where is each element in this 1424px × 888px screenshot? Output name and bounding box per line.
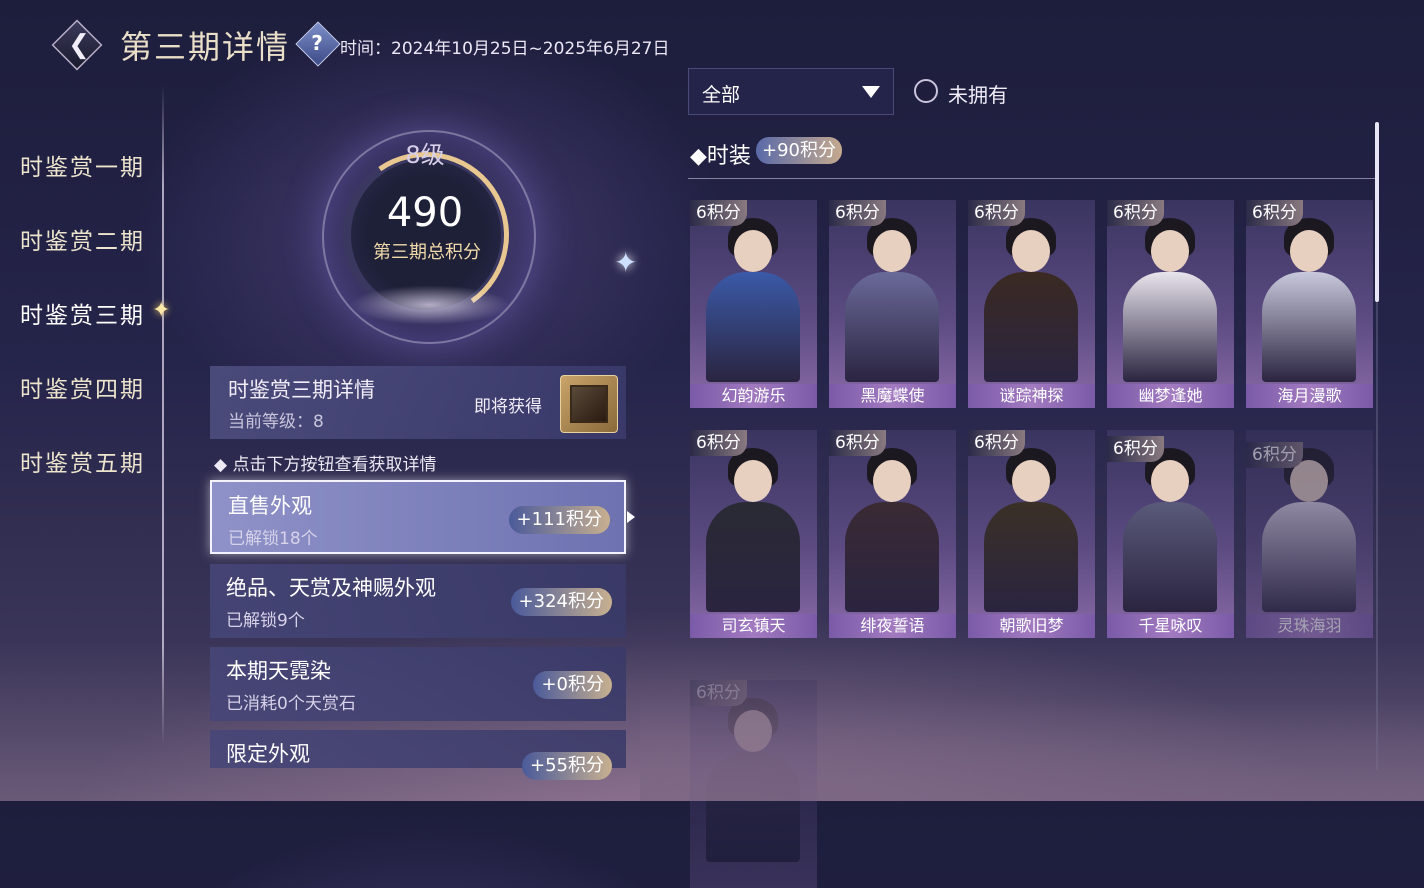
outfit-body	[984, 502, 1078, 612]
active-category-arrow-icon	[627, 511, 635, 523]
outfit-name: 幻韵游乐	[690, 384, 817, 408]
outfit-points-badge: 6积分	[829, 200, 886, 226]
outfit-head	[1151, 460, 1189, 502]
total-score: 490	[386, 190, 464, 236]
outfit-points-badge: 6积分	[690, 200, 747, 226]
category-points: +111积分	[508, 506, 610, 534]
not-owned-label[interactable]: 未拥有	[948, 79, 1008, 108]
outfit-points-badge: 6积分	[1107, 200, 1164, 226]
ring-glow	[350, 285, 510, 325]
outfit-head	[1012, 230, 1050, 272]
outfit-points-badge: 6积分	[1107, 436, 1164, 462]
page-title: 第三期详情	[120, 28, 291, 66]
nav-item-3[interactable]: 时鉴赏三期	[20, 296, 145, 330]
outfit-points-badge: 6积分	[1246, 200, 1303, 226]
category-title: 限定外观	[226, 742, 310, 766]
outfit-points-badge: 6积分	[1246, 442, 1303, 468]
period-current-level: 当前等级：8	[228, 412, 324, 432]
nav-item-4[interactable]: 时鉴赏四期	[20, 370, 145, 404]
outfit-head	[734, 230, 772, 272]
outfit-card[interactable]: 6积分司玄镇天	[690, 430, 817, 638]
sparkle-icon: ✦	[614, 246, 638, 279]
filter-selected: 全部	[702, 84, 741, 106]
nav-item-2[interactable]: 时鉴赏二期	[20, 222, 145, 256]
outfit-body	[984, 272, 1078, 382]
period-time: 时间：2024年10月25日~2025年6月27日	[340, 39, 670, 59]
outfit-points-badge: 6积分	[968, 200, 1025, 226]
category-sub: 已解锁18个	[228, 529, 318, 549]
scroll-track[interactable]	[1376, 300, 1378, 770]
outfit-card[interactable]: 6积分灵珠海羽	[1246, 430, 1373, 638]
outfit-card[interactable]: 6积分幽梦逢她	[1107, 200, 1234, 408]
outfit-card[interactable]: 6积分黑魔蝶使	[829, 200, 956, 408]
period-detail-title: 时鉴赏三期详情	[228, 378, 375, 402]
outfit-name: 海月漫歌	[1246, 384, 1373, 408]
outfit-body	[706, 752, 800, 862]
outfit-card[interactable]: 6积分千星咏叹	[1107, 430, 1234, 638]
outfit-head	[734, 460, 772, 502]
outfit-card[interactable]: 6积分	[690, 680, 817, 888]
current-level: 8级	[405, 141, 445, 169]
outfit-body	[1123, 502, 1217, 612]
outfit-head	[1012, 460, 1050, 502]
outfit-head	[1290, 230, 1328, 272]
outfit-name: 谜踪神探	[968, 384, 1095, 408]
outfit-card[interactable]: 6积分海月漫歌	[1246, 200, 1373, 408]
category-sub: 已解锁9个	[226, 611, 305, 631]
outfit-name: 朝歌旧梦	[968, 614, 1095, 638]
section-divider	[688, 178, 1376, 179]
nav-item-1[interactable]: 时鉴赏一期	[20, 148, 145, 182]
not-owned-radio[interactable]	[914, 79, 938, 103]
category-points: +0积分	[533, 671, 612, 699]
outfit-points-badge: 6积分	[829, 430, 886, 456]
outfit-body	[706, 272, 800, 382]
outfit-head	[1151, 230, 1189, 272]
help-icon[interactable]: ?	[302, 28, 332, 58]
outfit-body	[845, 502, 939, 612]
outfit-body	[1262, 272, 1356, 382]
outfit-points-badge: 6积分	[968, 430, 1025, 456]
category-row[interactable]: 绝品、天赏及神赐外观已解锁9个 +324积分	[210, 564, 626, 638]
outfit-card[interactable]: 6积分谜踪神探	[968, 200, 1095, 408]
category-row[interactable]: 限定外观 +55积分	[210, 730, 626, 780]
hint-text: ◆ 点击下方按钮查看获取详情	[214, 455, 437, 475]
category-title: 绝品、天赏及神赐外观	[226, 576, 436, 600]
category-sub: 已消耗0个天赏石	[226, 694, 356, 714]
outfit-card[interactable]: 6积分绯夜誓语	[829, 430, 956, 638]
back-icon[interactable]: ❮	[58, 30, 100, 60]
outfit-head	[873, 460, 911, 502]
nav-item-5[interactable]: 时鉴赏五期	[20, 444, 145, 478]
outfit-points-badge: 6积分	[690, 430, 747, 456]
active-star-icon: ✦	[152, 298, 171, 323]
category-points: +324积分	[510, 588, 612, 616]
outfit-name: 千星咏叹	[1107, 614, 1234, 638]
section-title: ◆时装	[690, 144, 751, 169]
category-row[interactable]: 本期天霓染已消耗0个天赏石 +0积分	[210, 647, 626, 721]
section-points: +90积分	[756, 137, 842, 164]
outfit-name: 绯夜誓语	[829, 614, 956, 638]
category-title: 直售外观	[228, 494, 312, 518]
outfit-head	[873, 230, 911, 272]
nav-divider	[162, 85, 164, 745]
reward-frame-icon	[570, 385, 608, 423]
scrollbar-thumb[interactable]	[1375, 122, 1379, 302]
outfit-name: 司玄镇天	[690, 614, 817, 638]
outfit-body	[706, 502, 800, 612]
outfit-card[interactable]: 6积分朝歌旧梦	[968, 430, 1095, 638]
outfit-points-badge: 6积分	[690, 680, 747, 706]
outfit-name: 幽梦逢她	[1107, 384, 1234, 408]
outfit-body	[845, 272, 939, 382]
outfit-name: 黑魔蝶使	[829, 384, 956, 408]
category-points: +55积分	[522, 752, 612, 780]
outfit-name: 灵珠海羽	[1246, 614, 1373, 638]
chevron-down-icon[interactable]	[862, 86, 880, 98]
outfit-head	[734, 710, 772, 752]
soon-reward-label: 即将获得	[474, 397, 542, 417]
outfit-body	[1123, 272, 1217, 382]
total-score-label: 第三期总积分	[373, 242, 481, 263]
outfit-body	[1262, 502, 1356, 612]
category-row[interactable]: 直售外观已解锁18个 +111积分	[210, 480, 626, 554]
category-title: 本期天霓染	[226, 659, 331, 683]
outfit-card[interactable]: 6积分幻韵游乐	[690, 200, 817, 408]
